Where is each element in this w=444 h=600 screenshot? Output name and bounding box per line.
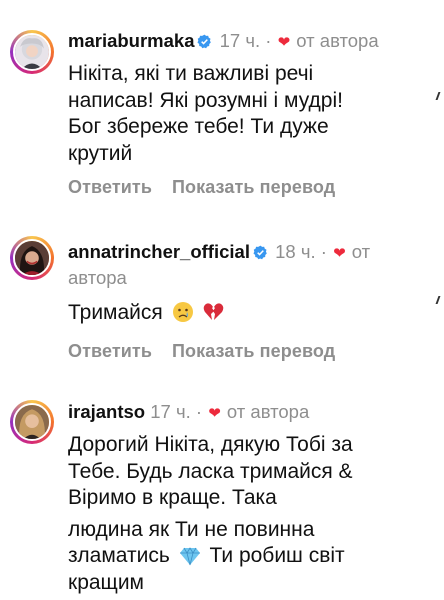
avatar[interactable] (10, 236, 54, 280)
verified-badge-icon (253, 245, 267, 260)
username[interactable]: irajantso (68, 401, 145, 422)
avatar-photo-icon (15, 35, 49, 69)
separator-dot: · (195, 401, 203, 422)
like-button-edge[interactable] (435, 92, 444, 100)
comment-text: Тримайся (68, 300, 432, 327)
comment-header: irajantso 17 ч. · ❤ от автора (68, 400, 432, 426)
timestamp: 18 ч. (275, 241, 316, 262)
heart-icon: ❤ (277, 34, 291, 51)
reply-button[interactable]: Ответить (68, 177, 152, 197)
from-author-label: от автора (296, 30, 379, 51)
comment-text: Дорогий Нікіта, дякую Тобі за Тебе. Будь… (68, 433, 353, 594)
comment-irajantso: irajantso 17 ч. · ❤ от автора Дорогий Ні… (0, 380, 444, 600)
timestamp: 17 ч. (150, 401, 191, 422)
comment-annatrincher: annatrincher_official 18 ч. · ❤ от автор… (0, 210, 444, 380)
username[interactable]: mariaburmaka (68, 30, 194, 51)
broken-heart-icon (204, 303, 224, 320)
show-translation-button[interactable]: Показать перевод (172, 177, 335, 197)
gem-icon (179, 547, 200, 566)
from-author-label: от (351, 241, 371, 262)
heart-icon: ❤ (333, 245, 346, 262)
crying-face-icon (172, 302, 193, 322)
heart-icon: ❤ (208, 405, 221, 422)
avatar-photo-icon (15, 241, 49, 275)
reply-button[interactable]: Ответить (68, 341, 152, 361)
avatar[interactable] (10, 400, 54, 444)
avatar[interactable] (10, 30, 54, 74)
separator-dot: · (265, 30, 272, 51)
comment-mariaburmaka: mariaburmaka 17 ч. · ❤ от автора Нікіта,… (0, 0, 444, 210)
from-author-label: от автора (226, 401, 310, 422)
timestamp: 17 ч. (219, 30, 261, 51)
comment-header: annatrincher_official 18 ч. · ❤ от автор… (68, 240, 432, 290)
like-button-edge[interactable] (435, 296, 444, 304)
username[interactable]: annatrincher_official (68, 241, 250, 262)
show-translation-button[interactable]: Показать перевод (172, 341, 335, 361)
avatar-photo-icon (15, 405, 49, 439)
comment-header: mariaburmaka 17 ч. · ❤ от автора (68, 29, 432, 55)
from-author-label-cont: автора (68, 267, 127, 288)
verified-badge-icon (197, 34, 212, 49)
separator-dot: · (320, 241, 327, 262)
comment-text: Нікіта, які ти важливі речі написав! Які… (68, 62, 343, 165)
